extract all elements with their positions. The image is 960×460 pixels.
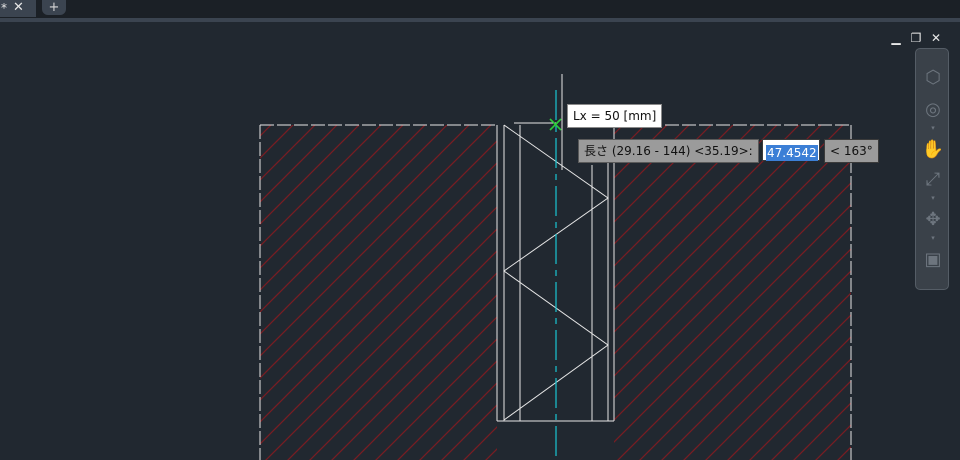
orbit-icon[interactable]: ✥: [920, 207, 946, 233]
length-input-value[interactable]: 47.4542: [766, 145, 818, 161]
steering-wheel-icon[interactable]: ◎: [920, 97, 946, 123]
hatch-region-right: [614, 125, 851, 460]
lx-tooltip: Lx = 50 [mm]: [567, 104, 663, 128]
dynamic-input-prompt: 長さ (29.16 - 144) <35.19>:: [578, 139, 759, 163]
drawing-canvas[interactable]: [0, 0, 960, 460]
zoom-extents-icon[interactable]: ⤢: [920, 167, 946, 193]
orbit-chevron-down-icon[interactable]: ▾: [930, 235, 936, 242]
showmotion-icon[interactable]: ▣: [920, 247, 946, 273]
hatch-region-left: [260, 125, 497, 460]
restore-icon[interactable]: ❐: [908, 30, 924, 46]
pan-icon[interactable]: ✋: [920, 137, 946, 163]
zoom-chevron-down-icon[interactable]: ▾: [930, 195, 936, 202]
close-viewport-icon[interactable]: ✕: [928, 30, 944, 46]
viewcube-icon[interactable]: ⬡: [920, 65, 946, 91]
minimize-icon[interactable]: ▁: [888, 30, 904, 46]
viewport-window-controls: ▁ ❐ ✕: [888, 30, 948, 46]
steering-wheel-chevron-down-icon[interactable]: ▾: [930, 125, 936, 132]
navigation-bar: ⬡ ◎ ▾ ✋ ⤢ ▾ ✥ ▾ ▣: [915, 48, 949, 290]
angle-input-field[interactable]: < 163°: [824, 139, 879, 163]
length-input-field[interactable]: 47.4542: [762, 139, 820, 161]
